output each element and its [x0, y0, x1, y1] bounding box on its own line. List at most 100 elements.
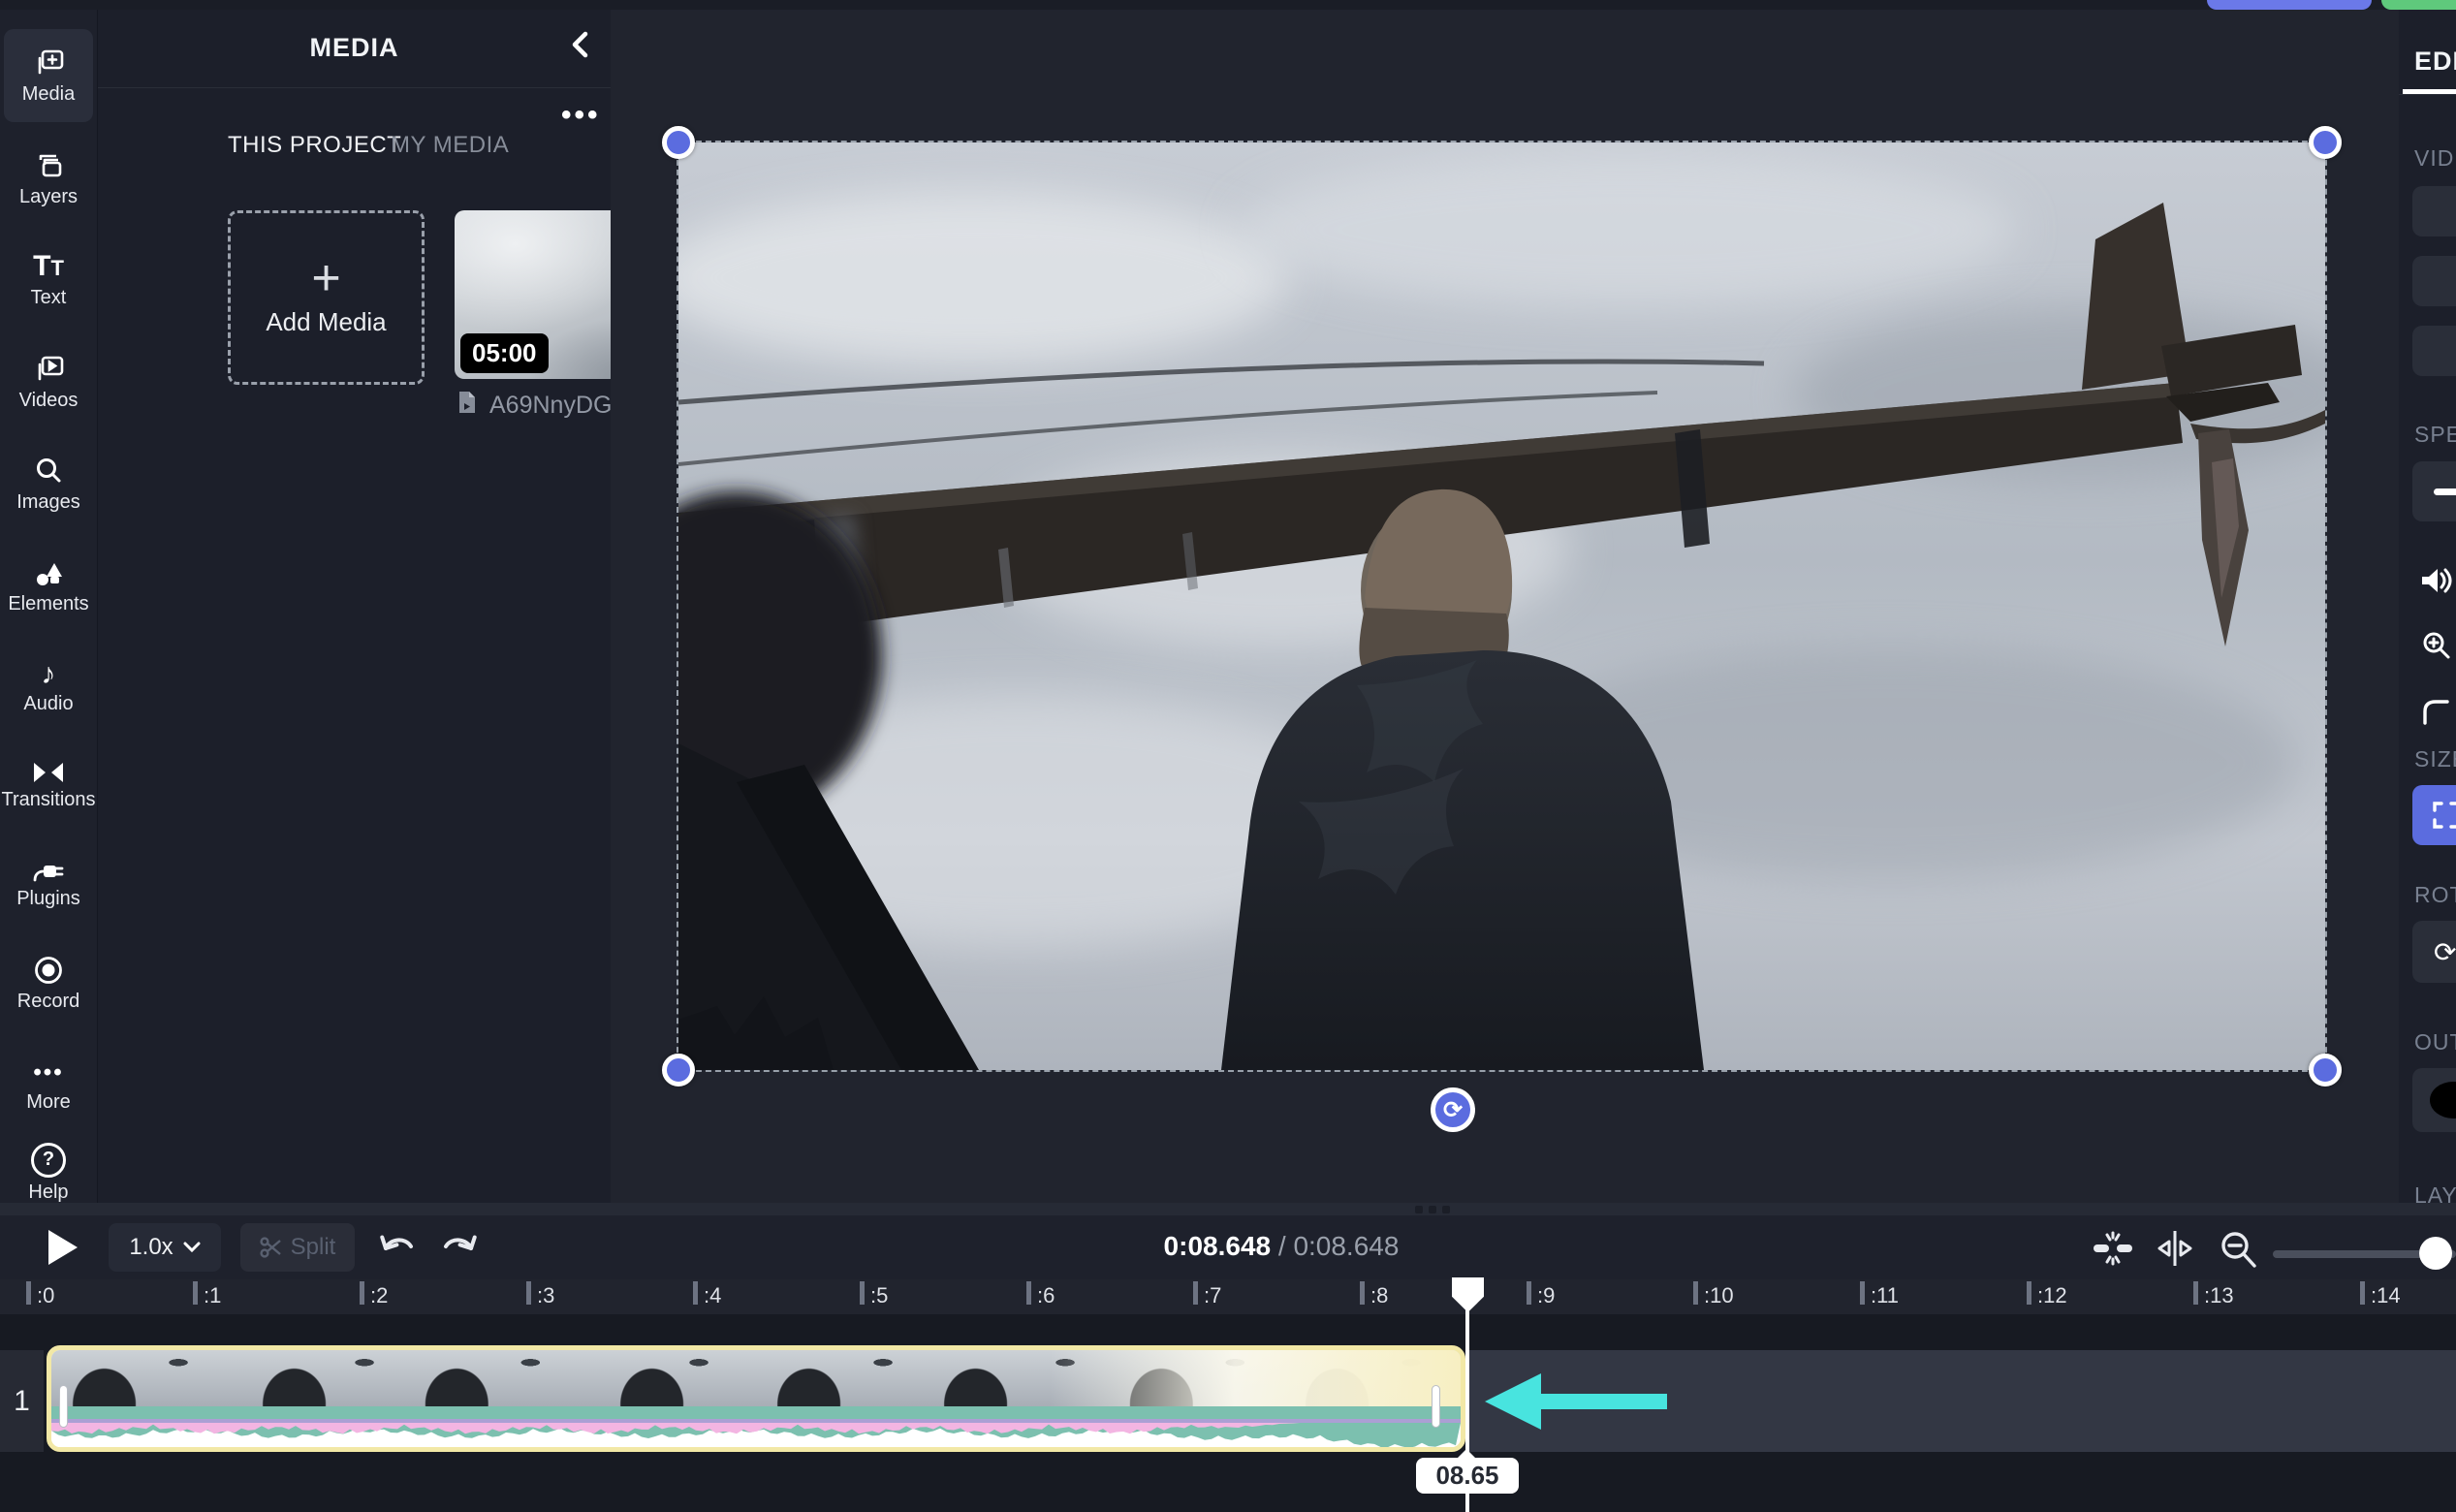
section-label-rotate: ROT	[2414, 882, 2456, 908]
sidebar-item-more[interactable]: ••• More	[4, 1039, 93, 1132]
video-preview[interactable]	[678, 142, 2325, 1070]
speed-value: 1.0x	[129, 1234, 173, 1261]
sidebar-item-videos[interactable]: Videos	[4, 335, 93, 428]
zoom-slider-knob[interactable]	[2419, 1237, 2452, 1270]
clip-trim-handle-left[interactable]	[59, 1385, 68, 1428]
size-fit-button[interactable]	[2412, 785, 2456, 845]
total-time: 0:08.648	[1293, 1231, 1399, 1261]
section-label-outline: OUT	[2414, 1029, 2456, 1055]
resize-handle-bottom-right[interactable]	[2309, 1054, 2342, 1087]
timeline-clip[interactable]	[47, 1345, 1465, 1452]
sidebar-item-label: Text	[31, 287, 67, 309]
rotate-handle[interactable]: ⟳	[1431, 1087, 1475, 1132]
search-image-icon	[32, 455, 65, 488]
sidebar-item-audio[interactable]: ♪ Audio	[4, 641, 93, 734]
sidebar-item-plugins[interactable]: Plugins	[4, 836, 93, 929]
color-swatch-button[interactable]	[2412, 1068, 2456, 1132]
tab-this-project[interactable]: THIS PROJECT	[228, 132, 401, 159]
clip-waveform	[51, 1423, 1461, 1448]
video-file-icon	[455, 390, 480, 422]
resize-handle-bottom-left[interactable]	[662, 1054, 695, 1087]
section-label-layer: LAY	[2414, 1182, 2456, 1203]
edit-panel-title: EDIT	[2414, 47, 2456, 77]
panel-title: MEDIA	[98, 33, 611, 63]
section-label-speed: SPE	[2414, 422, 2456, 448]
timeline-tracks: 1	[0, 1314, 2456, 1512]
corner-radius-icon[interactable]	[2420, 696, 2453, 734]
app-window: Media Layers TT Text Videos Images	[0, 0, 2456, 1512]
sidebar-item-label: Transitions	[1, 789, 95, 811]
tab-my-media[interactable]: MY MEDIA	[391, 132, 509, 159]
resize-handle-top-left[interactable]	[662, 126, 695, 159]
current-time: 0:08.648	[1164, 1231, 1272, 1261]
sidebar-item-elements[interactable]: Elements	[4, 539, 93, 632]
edit-panel: EDIT VIDE SPE SIZE ROT ⟳	[2399, 10, 2456, 1203]
sidebar-item-label: Record	[17, 991, 79, 1013]
zoom-out-icon[interactable]	[2218, 1229, 2260, 1276]
mirror-split-icon[interactable]	[2154, 1229, 2196, 1273]
playback-speed-dropdown[interactable]: 1.0x	[109, 1223, 221, 1272]
drag-dot	[1442, 1206, 1450, 1213]
media-add-icon	[32, 47, 65, 79]
sidebar-item-label: Images	[16, 491, 80, 514]
video-option-button-2[interactable]	[2412, 256, 2456, 306]
scissors-icon	[260, 1236, 283, 1259]
playhead-time-bubble: 08.65	[1416, 1458, 1519, 1494]
sidebar-item-label: Audio	[23, 693, 73, 715]
media-panel: MEDIA ••• THIS PROJECT MY MEDIA + Add Me…	[98, 10, 611, 1203]
black-color-swatch	[2430, 1082, 2456, 1118]
undo-button[interactable]	[378, 1229, 423, 1266]
timeline-ruler[interactable]: :0:1:2:3:4:5:6:7:8:9:10:11:12:13:14	[0, 1279, 2456, 1314]
export-button[interactable]	[2381, 0, 2456, 10]
collapse-panel-icon[interactable]	[563, 27, 602, 66]
clip-audio-band	[51, 1406, 1461, 1419]
sidebar-item-text[interactable]: TT Text	[4, 234, 93, 327]
play-button[interactable]	[43, 1227, 81, 1268]
sidebar-item-label: Plugins	[16, 888, 80, 910]
clip-bright-end	[1050, 1350, 1461, 1406]
layers-icon	[32, 149, 65, 182]
sidebar-item-label: Videos	[19, 390, 79, 412]
record-icon	[32, 954, 65, 987]
sidebar-item-label: Layers	[19, 186, 78, 208]
speed-slider-mark	[2434, 488, 2456, 495]
sidebar-item-label: Media	[22, 83, 75, 106]
volume-icon[interactable]	[2418, 564, 2453, 602]
chevron-down-icon	[183, 1242, 201, 1253]
split-button[interactable]: Split	[240, 1223, 355, 1272]
resize-handle-top-right[interactable]	[2309, 126, 2342, 159]
sidebar-item-transitions[interactable]: Transitions	[4, 739, 93, 832]
section-label-size: SIZE	[2414, 746, 2456, 772]
add-media-button[interactable]: + Add Media	[228, 210, 425, 385]
video-option-button-3[interactable]	[2412, 326, 2456, 376]
track-number: 1	[0, 1350, 44, 1452]
sidebar-item-record[interactable]: Record	[4, 936, 93, 1029]
sidebar-item-label: Elements	[8, 593, 88, 615]
sidebar-item-media[interactable]: Media	[4, 29, 93, 122]
sidebar-item-layers[interactable]: Layers	[4, 132, 93, 225]
sidebar-item-help[interactable]: ? Help	[4, 1134, 93, 1212]
split-label: Split	[291, 1234, 336, 1261]
clip-trim-handle-right[interactable]	[1432, 1385, 1440, 1428]
transitions-icon	[31, 760, 66, 785]
sidebar-item-label: Help	[28, 1181, 68, 1204]
plug-icon	[31, 857, 66, 884]
snapping-icon[interactable]	[2086, 1229, 2140, 1273]
speed-slider-button[interactable]	[2412, 461, 2456, 521]
drag-dot	[1429, 1206, 1436, 1213]
video-frame-art	[678, 142, 2325, 1070]
shapes-icon	[32, 556, 65, 589]
upgrade-button[interactable]	[2207, 0, 2372, 10]
panel-menu-icon[interactable]: •••	[561, 99, 604, 128]
drag-dot	[1415, 1206, 1423, 1213]
zoom-in-icon[interactable]	[2420, 630, 2453, 668]
divider	[2399, 94, 2456, 95]
top-bar	[0, 0, 2456, 10]
redo-button[interactable]	[438, 1229, 483, 1266]
plus-icon: +	[311, 259, 340, 298]
rotate-button[interactable]: ⟳	[2412, 921, 2456, 983]
sidebar-item-images[interactable]: Images	[4, 437, 93, 530]
duration-badge: 05:00	[460, 333, 549, 373]
video-option-button-1[interactable]	[2412, 186, 2456, 236]
panel-resize-handle[interactable]	[0, 1203, 2456, 1215]
